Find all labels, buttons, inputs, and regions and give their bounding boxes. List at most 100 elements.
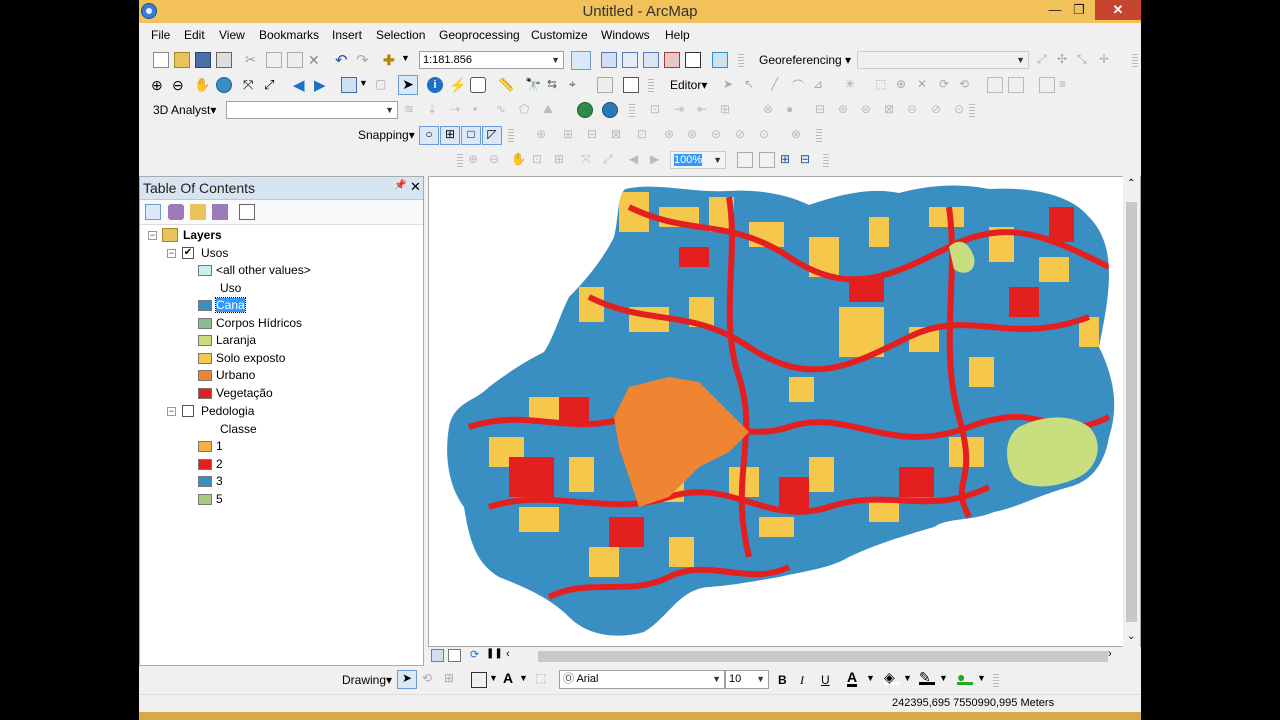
select-dropdown-icon[interactable]: ▼ [359,78,375,94]
layout-back-icon[interactable]: ◀ [629,152,645,168]
georef-tool-6-icon[interactable]: ⊛ [664,127,680,143]
forward-arrow-icon[interactable]: ▶ [314,76,330,94]
legend-class-row[interactable]: 2 [140,456,420,473]
rotate-element-icon[interactable]: ⟲ [422,671,438,687]
editor-toolbar-options-icon[interactable] [1039,77,1055,93]
menu-insert[interactable]: Insert [332,28,362,42]
toc-options-icon[interactable] [239,204,255,220]
catalog-window-icon[interactable] [622,52,638,68]
focus-data-frame-icon[interactable] [759,152,775,168]
open-time-slider-icon[interactable] [597,77,613,93]
font-size-combo[interactable]: 10 ▼ [725,670,769,689]
toggle-draft-mode-icon[interactable] [737,152,753,168]
layout-view-icon[interactable] [448,649,461,662]
point-snapping-icon[interactable]: ○ [419,126,439,145]
cut-polygons-icon[interactable]: ⬚ [875,77,891,93]
layer-row-pedologia[interactable]: − Pedologia [140,403,420,420]
zoom-selected-elements-icon[interactable]: ⊞ [444,671,460,687]
fill-color-bucket-icon[interactable]: ◈ [884,669,900,685]
editor-more-icon[interactable]: ≡ [1059,77,1075,93]
search-window-icon[interactable] [643,52,659,68]
fixed-zoom-out-layout-icon[interactable]: ⤢ [603,152,619,168]
line-of-sight-icon[interactable]: ⇢ [450,102,466,118]
toolbar-grip[interactable] [823,154,829,168]
legend-class-row[interactable]: Cana [140,297,420,314]
marker-color-dropdown-icon[interactable]: ▼ [977,673,993,689]
end-snapping-icon[interactable]: ⊞ [440,126,460,145]
arctoolbox-icon[interactable] [664,52,680,68]
zoom-whole-page-icon[interactable]: ⊡ [532,152,548,168]
vertex-snapping-icon[interactable]: □ [461,126,481,145]
interpolate-line-icon[interactable]: ∿ [496,102,512,118]
layout-zoom-combo[interactable]: 100% ▼ [670,151,726,169]
add-control-points-icon[interactable]: ✛ [1099,52,1115,68]
measure-icon[interactable]: 📏 [498,77,514,93]
font-color-button[interactable]: A [847,670,858,687]
georef-tool-2-icon[interactable]: ⊞ [563,127,579,143]
shift-tool-icon[interactable]: ✣ [1057,52,1073,68]
table-of-contents-window-icon[interactable] [601,52,617,68]
map-display[interactable] [428,176,1141,647]
reshape-feature-icon[interactable] [1008,77,1024,93]
new-document-icon[interactable] [153,52,169,68]
steepest-path-icon[interactable]: ⇣ [427,102,443,118]
list-by-visibility-icon[interactable] [190,204,206,220]
menu-bookmarks[interactable]: Bookmarks [259,28,319,42]
text-dropdown-icon[interactable]: ▼ [519,673,535,689]
profile-graph-icon[interactable]: ⛰ [543,102,559,118]
layout-zoom-out-icon[interactable]: ⊖ [489,152,505,168]
legend-class-row[interactable]: Laranja [140,332,420,349]
cut-icon[interactable]: ✂ [245,52,261,68]
construction-tools-icon[interactable]: ⊿ [813,77,829,93]
italic-button[interactable]: I [800,673,804,688]
drawing-menu[interactable]: Drawing▾ [342,673,392,687]
list-by-selection-icon[interactable] [212,204,228,220]
topology-modify-icon[interactable]: ⊞ [720,102,736,118]
georef-layer-combo[interactable]: ▼ [857,51,1029,69]
data-view-icon[interactable] [431,649,444,662]
redo-icon[interactable]: ↷ [356,51,372,69]
edit-vertices-drawing-icon[interactable]: ⬚ [535,671,551,687]
edge-snapping-icon[interactable]: ◸ [482,126,502,145]
layer-visibility-checkbox[interactable]: ✔ [182,247,194,259]
georef-tool-1-icon[interactable]: ⊕ [536,127,552,143]
fixed-zoom-in-icon[interactable]: ⤧ [243,77,259,93]
identify-icon[interactable]: i [427,77,443,93]
georef-tool-7-icon[interactable]: ⊜ [687,127,703,143]
fixed-zoom-out-icon[interactable]: ⤢ [264,77,280,93]
toolbar-grip[interactable] [816,129,822,143]
create-features-icon[interactable]: ⟲ [959,77,975,93]
layout-pan-icon[interactable]: ✋ [511,152,527,168]
edit-annotation-icon[interactable]: ↖ [744,77,760,93]
vertical-scroll-thumb[interactable] [1126,202,1137,622]
print-icon[interactable] [216,52,232,68]
pin-icon[interactable]: 📌 [394,180,406,191]
interpolate-polygon-icon[interactable]: ⬠ [519,102,535,118]
edit-tool-icon[interactable]: ➤ [723,77,739,93]
menu-selection[interactable]: Selection [376,28,425,42]
delete-icon[interactable]: ✕ [308,52,324,68]
find-binoculars-icon[interactable]: 🔭 [525,77,541,93]
straight-segment-icon[interactable]: ╱ [771,77,787,93]
georeferencing-menu[interactable]: Georeferencing ▾ [759,53,851,67]
edit-vertices-icon[interactable] [987,77,1003,93]
toolbar-grip[interactable] [457,154,463,168]
model-builder-icon[interactable] [712,52,728,68]
font-color-dropdown-icon[interactable]: ▼ [866,673,882,689]
rectangle-tool-icon[interactable] [471,672,487,688]
3d-analyst-layer-combo[interactable]: ▼ [226,101,398,119]
undo-icon[interactable]: ↶ [335,51,351,69]
scroll-left-icon[interactable]: ‹ [506,648,522,664]
bold-button[interactable]: B [778,673,787,687]
georef-tool-9-icon[interactable]: ⊘ [735,127,751,143]
map-canvas[interactable] [429,177,1140,646]
fixed-zoom-in-layout-icon[interactable]: ⤧ [581,152,597,168]
3d-analyst-menu[interactable]: 3D Analyst▾ [153,103,216,117]
full-extent-globe-icon[interactable] [216,77,232,93]
layout-zoom-in-icon[interactable]: ⊕ [468,152,484,168]
save-icon[interactable] [195,52,211,68]
layer-visibility-checkbox[interactable] [182,405,194,417]
topology-validate-icon[interactable]: ● [786,102,802,118]
data-driven-pages-icon[interactable]: ⊟ [800,152,816,168]
legend-class-row[interactable]: Corpos Hídricos [140,315,420,332]
